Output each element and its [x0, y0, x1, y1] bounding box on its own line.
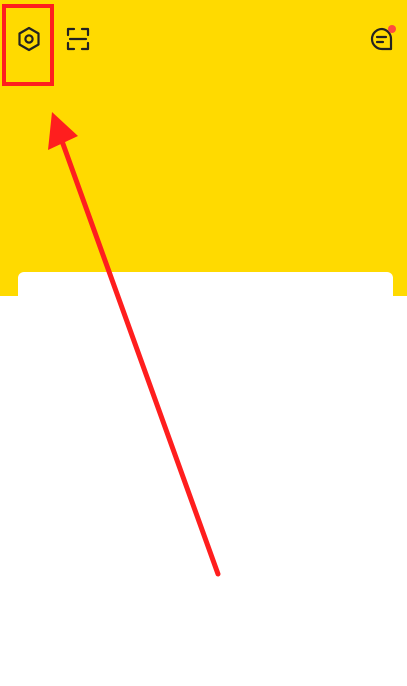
app-screen: [0, 0, 407, 686]
annotation-arrow: [48, 112, 221, 577]
